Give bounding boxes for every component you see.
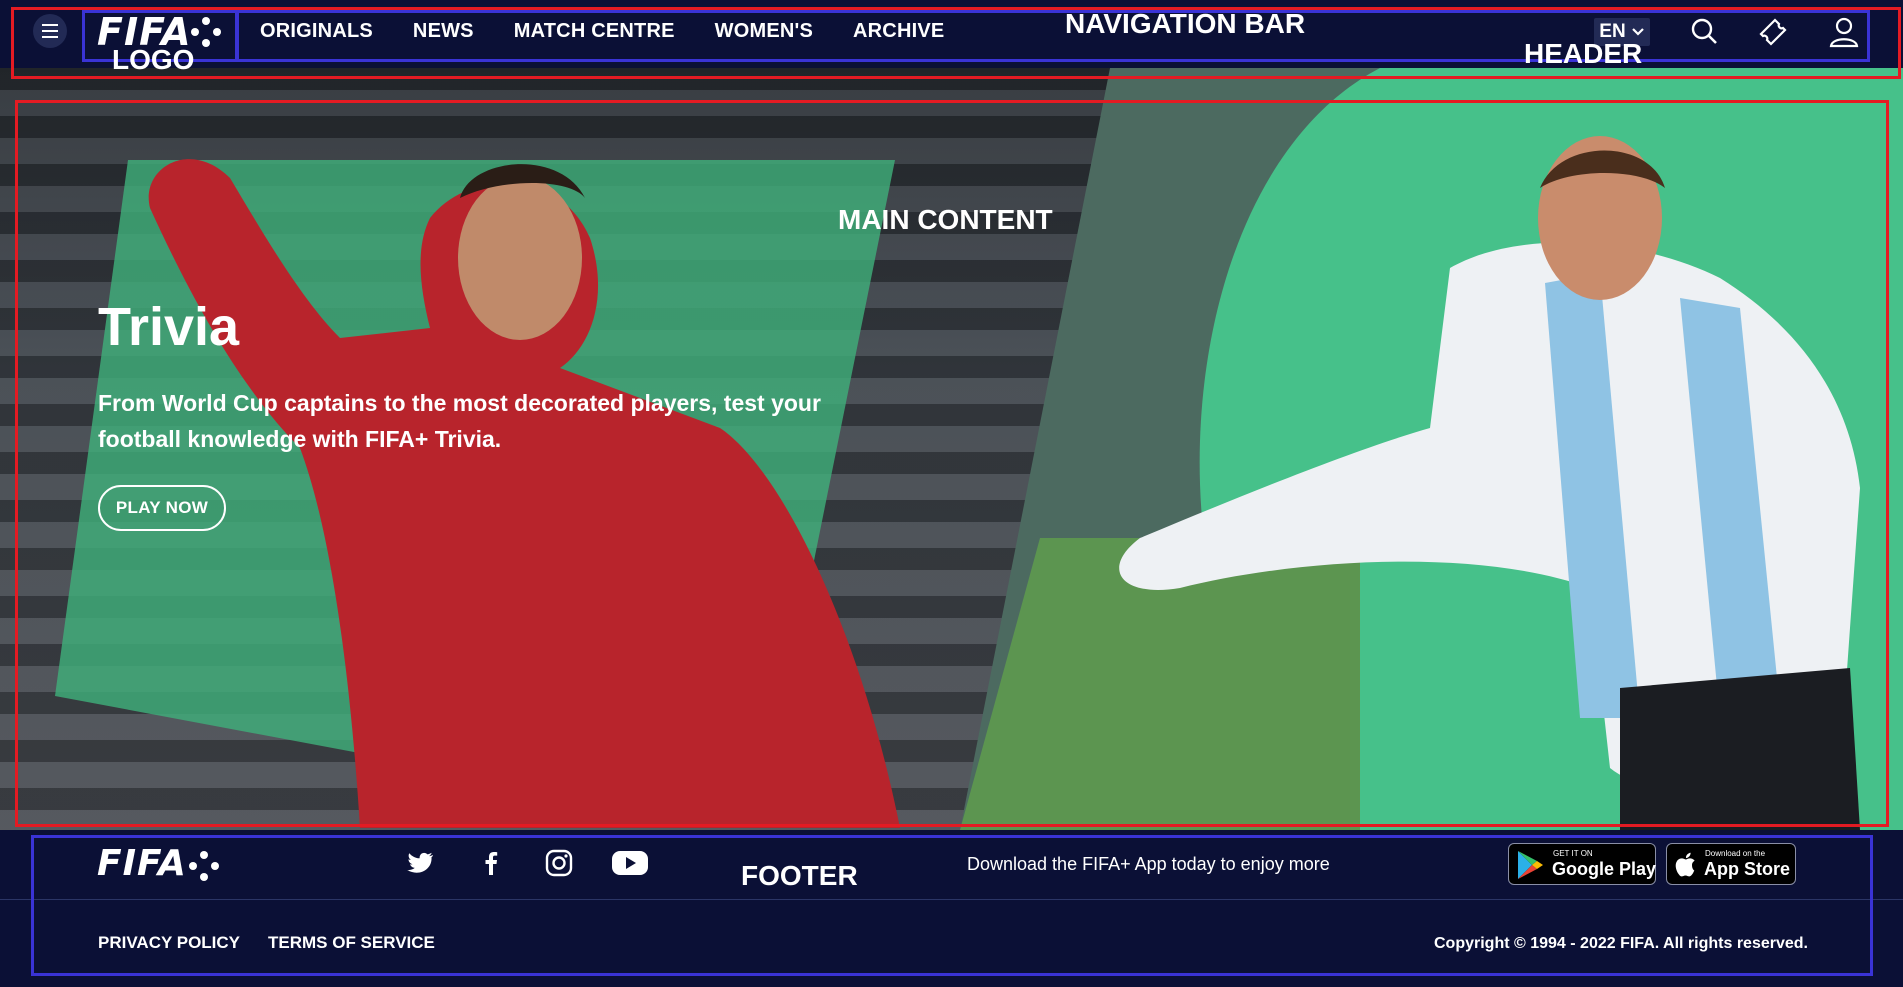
nav-item-womens[interactable]: WOMEN'S (715, 20, 813, 43)
youtube-icon[interactable] (611, 848, 649, 878)
google-play-icon (1518, 851, 1543, 879)
header-annotation-label: HEADER (1524, 38, 1643, 69)
navigation-bar-annotation-label: NAVIGATION BAR (1065, 8, 1306, 39)
hero-title: Trivia (98, 297, 240, 357)
google-play-badge[interactable]: GET IT ON Google Play (1508, 843, 1656, 885)
plus-symbol-icon (191, 17, 221, 47)
search-icon[interactable] (1686, 14, 1722, 50)
footer-divider (0, 899, 1903, 900)
nav-item-news[interactable]: NEWS (413, 20, 474, 43)
app-store-small-text: Download on the (1705, 849, 1766, 858)
main-navigation: ORIGINALS NEWS MATCH CENTRE WOMEN'S ARCH… (260, 20, 944, 43)
instagram-icon[interactable] (544, 848, 574, 878)
privacy-policy-link[interactable]: PRIVACY POLICY (98, 933, 240, 953)
ticket-icon[interactable] (1755, 14, 1791, 50)
logo-annotation-label: LOGO (112, 44, 195, 75)
user-icon[interactable] (1826, 14, 1862, 50)
hero-description: From World Cup captains to the most deco… (98, 390, 821, 452)
google-play-small-text: GET IT ON (1553, 849, 1593, 858)
app-promo-text: Download the FIFA+ App today to enjoy mo… (967, 854, 1330, 874)
app-store-badge[interactable]: Download on the App Store (1666, 843, 1796, 885)
nav-item-archive[interactable]: ARCHIVE (853, 20, 944, 43)
google-play-big-text: Google Play (1552, 859, 1657, 879)
footer-logo-text: FIFA (97, 843, 187, 884)
menu-icon (42, 24, 58, 38)
chevron-down-icon (1631, 28, 1644, 36)
menu-button[interactable] (33, 14, 67, 48)
hero-banner: Trivia From World Cup captains to the mo… (0, 68, 1903, 830)
footer-logo[interactable]: FIFA (97, 843, 225, 887)
app-store-big-text: App Store (1704, 859, 1791, 879)
nav-item-originals[interactable]: ORIGINALS (260, 20, 373, 43)
site-footer: FIFA Download the FIFA+ App today to enj… (0, 830, 1903, 987)
main-content-annotation-label: MAIN CONTENT (838, 204, 1053, 235)
plus-symbol-icon (189, 851, 219, 881)
twitter-icon[interactable] (406, 848, 436, 878)
copyright-text: Copyright © 1994 - 2022 FIFA. All rights… (1434, 935, 1808, 952)
play-now-button[interactable]: PLAY NOW (98, 485, 226, 531)
facebook-icon[interactable] (476, 848, 506, 878)
nav-item-match-centre[interactable]: MATCH CENTRE (514, 20, 675, 43)
footer-annotation-label: FOOTER (741, 860, 858, 891)
terms-of-service-link[interactable]: TERMS OF SERVICE (268, 933, 435, 953)
apple-icon (1675, 852, 1695, 877)
